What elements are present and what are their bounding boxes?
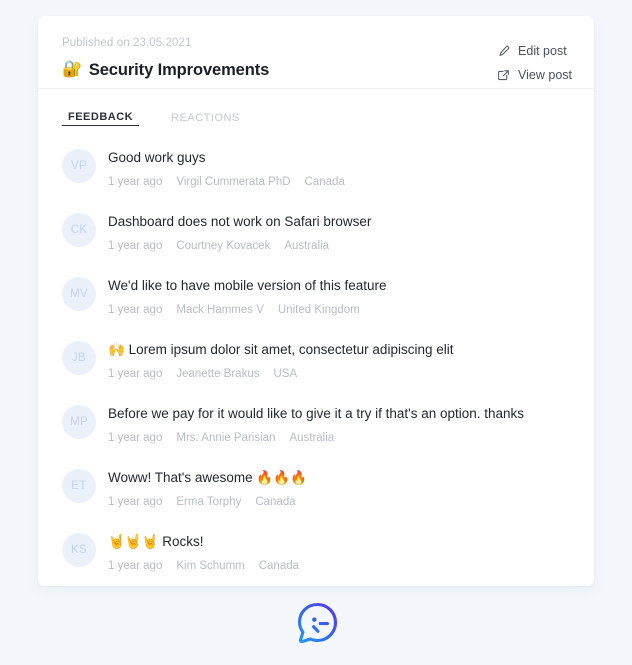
feedback-item[interactable]: KS 🤘🤘🤘 Rocks! 1 year ago Kim Schumm Cana… (62, 520, 570, 584)
feedback-emoji: 🤘🤘🤘 (108, 534, 159, 549)
feedback-list: VP Good work guys 1 year ago Virgil Cumm… (38, 126, 594, 584)
feedback-time: 1 year ago (108, 368, 163, 380)
external-link-icon (497, 69, 510, 82)
feedback-message: Dashboard does not work on Safari browse… (108, 214, 372, 229)
feedback-author: Virgil Cummerata PhD (176, 176, 291, 188)
feedback-country: USA (273, 368, 298, 380)
feedback-country: Canada (255, 496, 296, 508)
feedback-meta: 1 year ago Courtney Kovacek Australia (108, 239, 371, 253)
avatar: JB (62, 341, 96, 375)
feedback-item[interactable]: JB 🙌 Lorem ipsum dolor sit amet, consect… (62, 328, 570, 392)
tab-feedback[interactable]: FEEDBACK (62, 110, 140, 126)
feedback-item[interactable]: VP Good work guys 1 year ago Virgil Cumm… (62, 136, 570, 200)
feedback-text: 🤘🤘🤘 Rocks! (108, 533, 299, 550)
feedback-item[interactable]: MP Before we pay for it would like to gi… (62, 392, 570, 456)
feedback-time: 1 year ago (108, 304, 163, 316)
feedback-meta: 1 year ago Mack Hammes V United Kingdom (108, 303, 386, 317)
pencil-icon (497, 45, 510, 58)
page-title-text: Security Improvements (88, 61, 270, 79)
feedback-time: 1 year ago (108, 176, 163, 188)
feedback-body: 🤘🤘🤘 Rocks! 1 year ago Kim Schumm Canada (108, 532, 299, 573)
avatar: CK (62, 213, 96, 247)
page-title: 🔐 Security Improvements (62, 60, 570, 80)
feedback-text: Good work guys (108, 149, 345, 166)
feedback-country: Australia (284, 240, 330, 252)
avatar: ET (62, 469, 96, 503)
header-divider (38, 88, 594, 89)
feedback-message: Good work guys (108, 150, 206, 165)
feedback-time: 1 year ago (108, 432, 163, 444)
feedback-author: Mack Hammes V (176, 304, 264, 316)
feedback-time: 1 year ago (108, 496, 163, 508)
card-header: Published on 23.05.2021 🔐 Security Impro… (38, 16, 594, 89)
published-date: Published on 23.05.2021 (62, 37, 192, 49)
feedback-country: United Kingdom (277, 304, 360, 316)
feedback-author: Erma Torphy (176, 496, 242, 508)
feedback-time: 1 year ago (108, 240, 163, 252)
app-root: Published on 23.05.2021 🔐 Security Impro… (0, 0, 632, 665)
feedback-message: Lorem ipsum dolor sit amet, consectetur … (128, 342, 454, 357)
feedback-time: 1 year ago (108, 560, 163, 572)
feedback-message: Rocks! (162, 534, 204, 549)
avatar: MP (62, 405, 96, 439)
feedback-emoji: 🙌 (108, 342, 125, 357)
tab-bar: FEEDBACK REACTIONS (38, 88, 594, 126)
feedback-body: Before we pay for it would like to give … (108, 404, 524, 445)
feedback-meta: 1 year ago Mrs. Annie Parisian Australia (108, 431, 524, 445)
feedback-body: 🙌 Lorem ipsum dolor sit amet, consectetu… (108, 340, 453, 381)
edit-post-label: Edit post (518, 44, 567, 58)
view-post-label: View post (518, 68, 572, 82)
feedback-widget-launcher[interactable] (289, 598, 343, 652)
feedback-text: Before we pay for it would like to give … (108, 405, 524, 422)
feedback-author: Courtney Kovacek (176, 240, 271, 252)
tab-reactions[interactable]: REACTIONS (165, 111, 246, 126)
feedback-item[interactable]: ET Woww! That's awesome 🔥🔥🔥 1 year ago E… (62, 456, 570, 520)
feedback-text: Woww! That's awesome 🔥🔥🔥 (108, 469, 307, 486)
feedback-country: Canada (304, 176, 345, 188)
avatar: KS (62, 533, 96, 567)
feedback-body: Dashboard does not work on Safari browse… (108, 212, 371, 253)
feedback-meta: 1 year ago Kim Schumm Canada (108, 559, 299, 573)
feedback-author: Jeanette Brakus (176, 368, 260, 380)
view-post-button[interactable]: View post (497, 68, 572, 83)
feedback-meta: 1 year ago Virgil Cummerata PhD Canada (108, 175, 345, 189)
feedback-country: Australia (289, 432, 335, 444)
feedback-meta: 1 year ago Erma Torphy Canada (108, 495, 307, 509)
feedback-text: 🙌 Lorem ipsum dolor sit amet, consectetu… (108, 341, 453, 358)
feedback-item[interactable]: MV We'd like to have mobile version of t… (62, 264, 570, 328)
feedback-country: Canada (258, 560, 300, 572)
feedback-message: We'd like to have mobile version of this… (108, 278, 387, 293)
edit-post-button[interactable]: Edit post (497, 44, 567, 59)
post-feedback-card: Published on 23.05.2021 🔐 Security Impro… (38, 16, 594, 586)
feedback-item[interactable]: CK Dashboard does not work on Safari bro… (62, 200, 570, 264)
feedback-text: We'd like to have mobile version of this… (108, 277, 386, 294)
header-actions: Edit post View post (497, 44, 572, 83)
feedback-meta: 1 year ago Jeanette Brakus USA (108, 367, 453, 381)
avatar: MV (62, 277, 96, 311)
chat-bubble-icon (289, 598, 343, 652)
feedback-author: Mrs. Annie Parisian (176, 432, 276, 444)
avatar: VP (62, 149, 96, 183)
feedback-author: Kim Schumm (176, 560, 245, 572)
feedback-message: Before we pay for it would like to give … (108, 406, 525, 421)
feedback-body: We'd like to have mobile version of this… (108, 276, 386, 317)
feedback-text: Dashboard does not work on Safari browse… (108, 213, 371, 230)
feedback-body: Good work guys 1 year ago Virgil Cummera… (108, 148, 345, 189)
feedback-body: Woww! That's awesome 🔥🔥🔥 1 year ago Erma… (108, 468, 307, 509)
feedback-message: Woww! That's awesome 🔥🔥🔥 (108, 470, 307, 485)
lock-icon: 🔐 (62, 61, 82, 78)
